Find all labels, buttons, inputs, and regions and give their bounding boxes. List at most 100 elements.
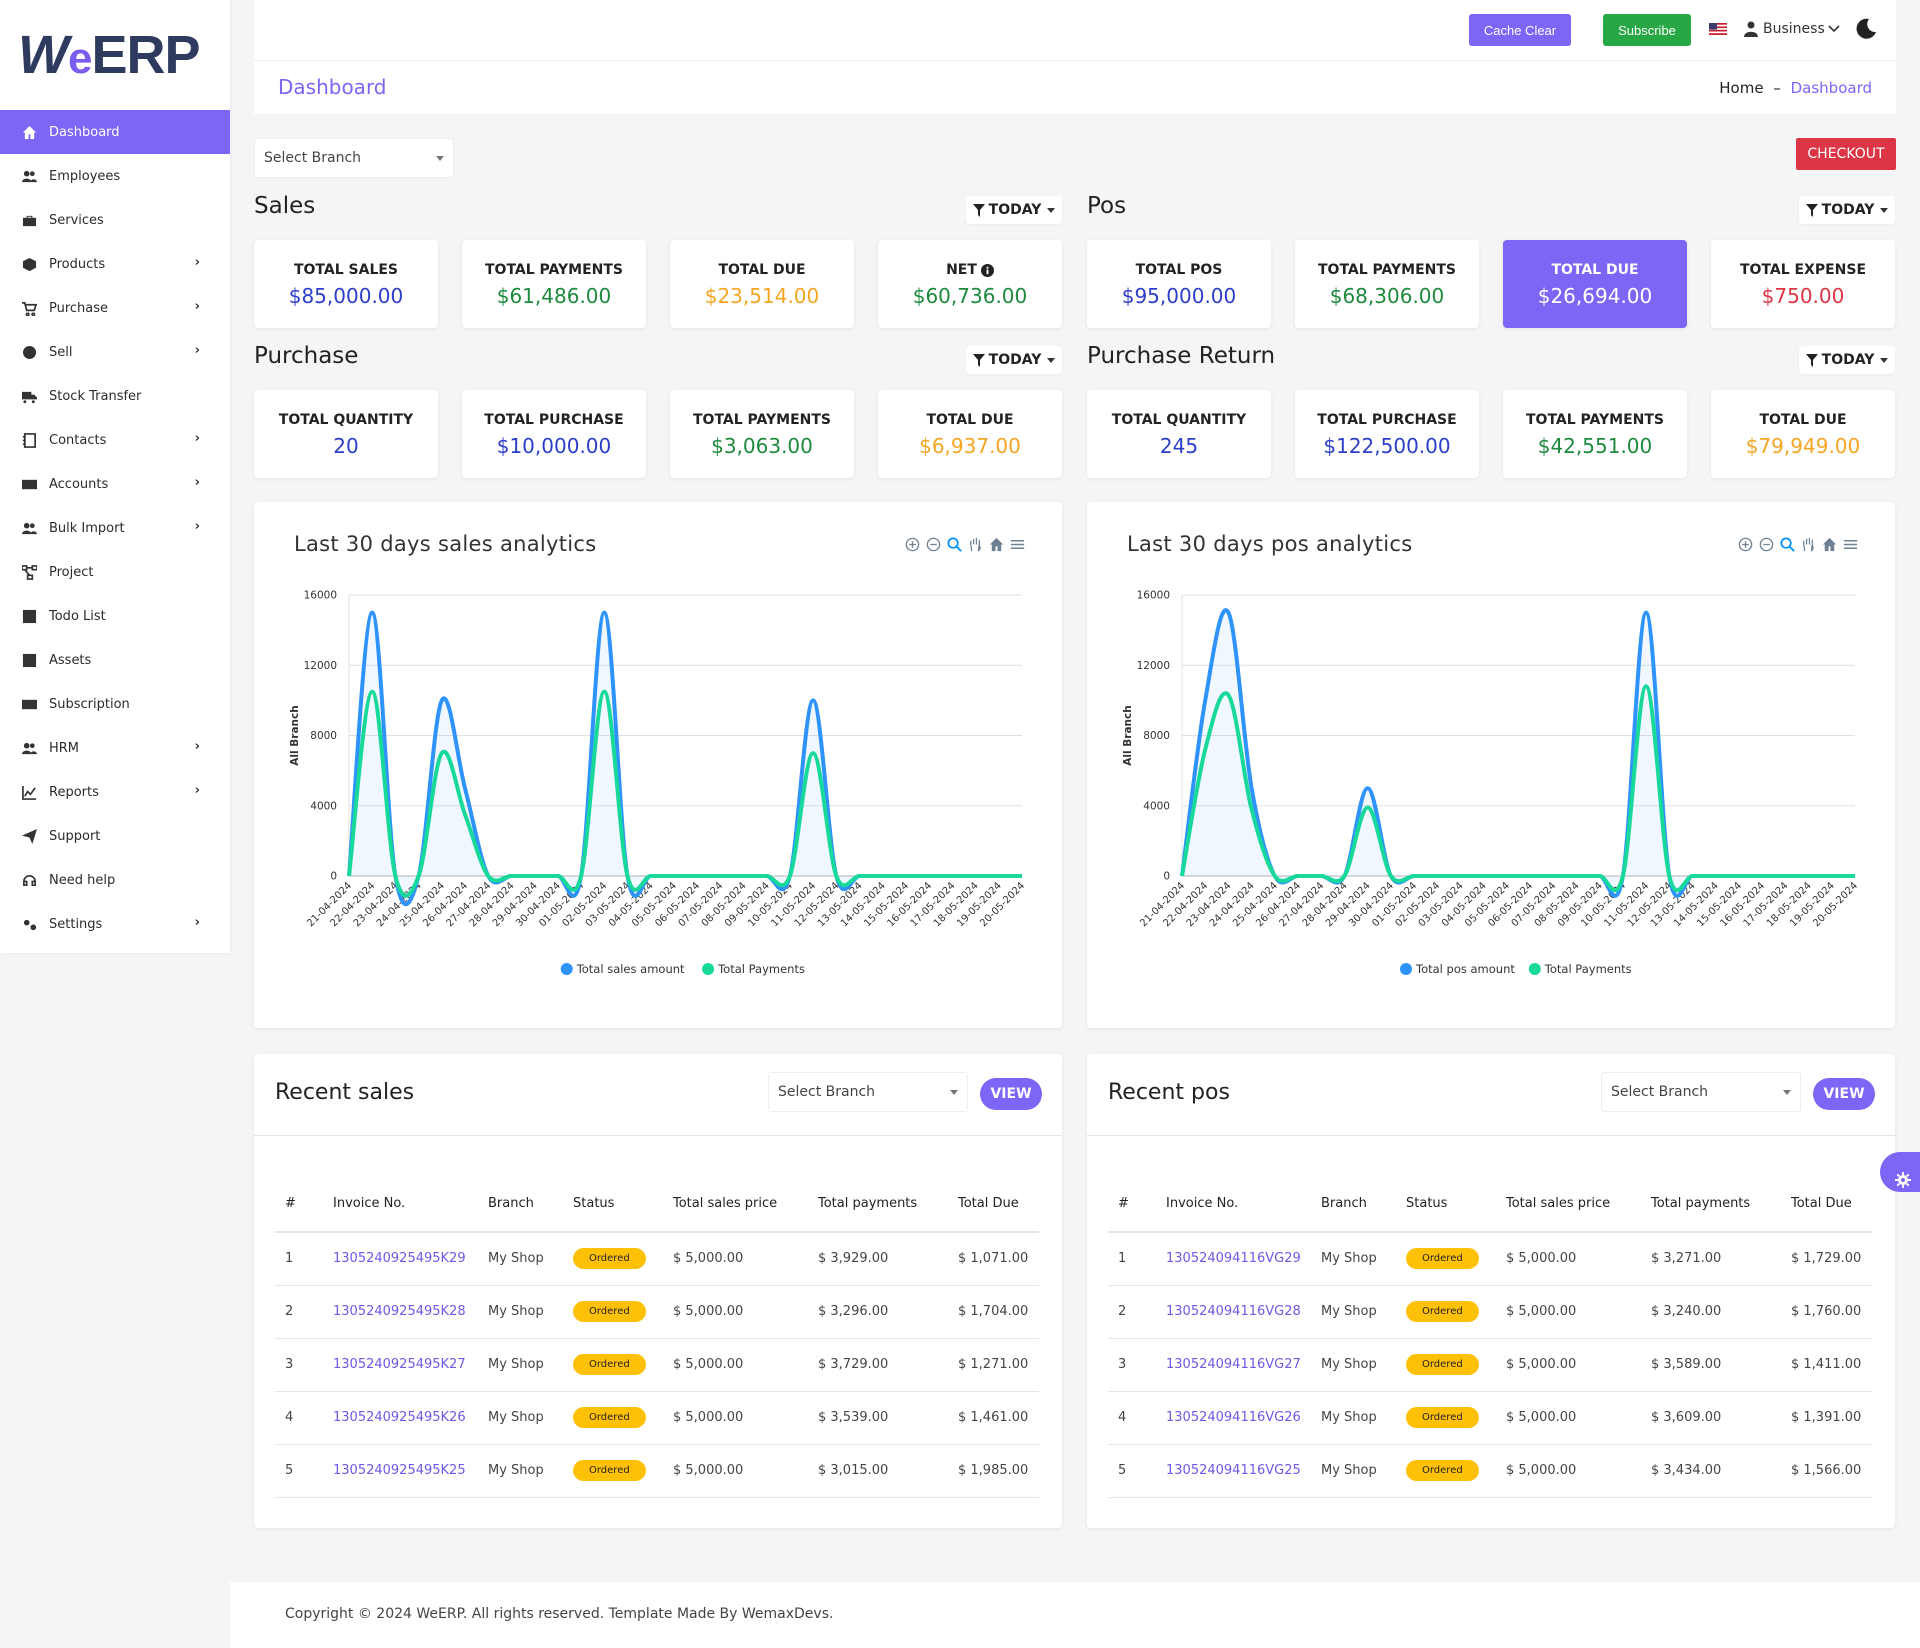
sidebar-item-label: Todo List	[49, 608, 106, 624]
invoice-link[interactable]: 130524094116VG26	[1156, 1391, 1311, 1445]
topbar: Cache Clear Subscribe Business	[254, 0, 1896, 60]
divider	[254, 1135, 1062, 1136]
y-tick-label: 0	[330, 871, 337, 883]
settings-fab[interactable]	[1880, 1152, 1920, 1192]
invoice-link[interactable]: 1305240925495K28	[323, 1285, 478, 1339]
table-row: 2 130524094116VG28 My Shop Ordered $ 5,000.0…	[1108, 1285, 1872, 1339]
sales-section-title: Sales	[254, 193, 316, 219]
table-cell: $ 3,271.00	[1641, 1232, 1781, 1286]
table-cell: 4	[1108, 1391, 1156, 1445]
moon-icon[interactable]	[1855, 18, 1877, 40]
us-flag-icon[interactable]	[1709, 23, 1727, 35]
sidebar-item-sell[interactable]: Sell ›	[0, 330, 230, 374]
sidebar-item-accounts[interactable]: Accounts ›	[0, 462, 230, 506]
checkout-button[interactable]: CHECKOUT	[1796, 138, 1896, 170]
sidebar-item-hrm[interactable]: HRM ›	[0, 726, 230, 770]
column-header: Total sales price	[1496, 1176, 1641, 1233]
sidebar-item-dashboard[interactable]: Dashboard	[0, 110, 230, 154]
legend-label[interactable]: Total Payments	[717, 962, 805, 976]
recent-sales-view-button[interactable]: VIEW	[980, 1078, 1042, 1110]
breadcrumb-home[interactable]: Home	[1719, 79, 1763, 97]
invoice-link[interactable]: 1305240925495K25	[323, 1444, 478, 1498]
sales-filter-dropdown[interactable]: TODAY	[966, 196, 1062, 224]
legend-marker[interactable]	[1400, 963, 1412, 975]
recent-pos-branch-select[interactable]: Select Branch	[1601, 1072, 1801, 1112]
table-cell: My Shop	[1311, 1391, 1396, 1445]
table-cell: $ 5,000.00	[663, 1391, 808, 1445]
series-area	[1182, 610, 1855, 896]
home-icon	[20, 125, 38, 139]
sidebar-item-need-help[interactable]: Need help	[0, 858, 230, 902]
table-cell: $ 3,929.00	[808, 1232, 948, 1286]
info-icon[interactable]	[980, 263, 994, 277]
stat-card-label: TOTAL PURCHASE	[1295, 412, 1479, 428]
gears-icon	[20, 917, 38, 931]
subscribe-button[interactable]: Subscribe	[1603, 14, 1691, 46]
table-cell: $ 5,000.00	[1496, 1391, 1641, 1445]
logo[interactable]: WeERP	[0, 0, 230, 110]
legend-marker[interactable]	[560, 963, 573, 975]
status-badge: Ordered	[1406, 1248, 1479, 1270]
table-row: 4 130524094116VG26 My Shop Ordered $ 5,000.0…	[1108, 1391, 1872, 1445]
stat-card-label: TOTAL SALES	[254, 262, 438, 278]
stat-card-total-due: TOTAL DUE $26,694.00	[1503, 240, 1687, 328]
stat-card-label: TOTAL POS	[1087, 262, 1271, 278]
filter-icon	[1805, 353, 1818, 367]
filter-icon	[972, 353, 985, 367]
sidebar-item-assets[interactable]: Assets	[0, 638, 230, 682]
sidebar-item-subscription[interactable]: Subscription	[0, 682, 230, 726]
status-badge: Ordered	[573, 1354, 646, 1375]
sidebar-item-project[interactable]: Project	[0, 550, 230, 594]
legend-label[interactable]: Total sales amount	[576, 962, 685, 976]
table-cell: $ 1,760.00	[1781, 1285, 1872, 1339]
footer: Copyright © 2024 WeERP. All rights reser…	[230, 1582, 1920, 1648]
invoice-link[interactable]: 1305240925495K27	[323, 1338, 478, 1392]
table-cell: 5	[275, 1444, 323, 1498]
stat-card-label: TOTAL DUE	[1503, 262, 1687, 278]
table-cell: My Shop	[1311, 1338, 1396, 1392]
sidebar-item-label: Subscription	[49, 696, 130, 712]
status-badge: Ordered	[573, 1301, 646, 1322]
sidebar-item-purchase[interactable]: Purchase ›	[0, 286, 230, 330]
purchase-return-filter-dropdown[interactable]: TODAY	[1799, 346, 1895, 374]
sidebar-item-services[interactable]: Services	[0, 198, 230, 242]
invoice-link[interactable]: 1305240925495K26	[323, 1391, 478, 1445]
sidebar-item-products[interactable]: Products ›	[0, 242, 230, 286]
sidebar-item-label: Employees	[49, 168, 121, 184]
recent-pos-view-button[interactable]: VIEW	[1813, 1078, 1875, 1110]
stat-card-total-due: TOTAL DUE $6,937.00	[878, 390, 1062, 478]
invoice-link[interactable]: 130524094116VG27	[1156, 1338, 1311, 1392]
legend-label[interactable]: Total pos amount	[1415, 962, 1515, 976]
sidebar-item-stock-transfer[interactable]: Stock Transfer	[0, 374, 230, 418]
caret-down-icon	[1047, 207, 1056, 213]
sidebar-item-employees[interactable]: Employees	[0, 154, 230, 198]
legend-marker[interactable]	[702, 963, 715, 975]
branch-select[interactable]: Select Branch	[254, 138, 454, 178]
recent-sales-branch-select[interactable]: Select Branch	[768, 1072, 968, 1112]
cache-clear-button[interactable]: Cache Clear	[1469, 14, 1571, 46]
y-tick-label: 0	[1163, 871, 1170, 883]
table-cell: Ordered	[563, 1391, 663, 1445]
y-tick-label: 8000	[310, 730, 337, 742]
sidebar-item-support[interactable]: Support	[0, 814, 230, 858]
table-header-row: # Invoice No. Branch Status Total sales pric…	[1108, 1176, 1872, 1233]
invoice-link[interactable]: 130524094116VG28	[1156, 1285, 1311, 1339]
divider	[1087, 1135, 1895, 1136]
table-cell: My Shop	[478, 1391, 563, 1445]
sidebar-item-label: Services	[49, 212, 104, 228]
legend-marker[interactable]	[1528, 963, 1541, 975]
caret-down-icon	[1047, 357, 1056, 363]
sidebar-item-todo-list[interactable]: Todo List	[0, 594, 230, 638]
pos-filter-dropdown[interactable]: TODAY	[1799, 196, 1895, 224]
invoice-link[interactable]: 130524094116VG25	[1156, 1444, 1311, 1498]
legend-label[interactable]: Total Payments	[1544, 962, 1632, 976]
business-dropdown[interactable]: Business	[1744, 21, 1840, 37]
invoice-link[interactable]: 130524094116VG29	[1156, 1232, 1311, 1286]
sidebar-item-bulk-import[interactable]: Bulk Import ›	[0, 506, 230, 550]
stat-card-total-due: TOTAL DUE $23,514.00	[670, 240, 854, 328]
sidebar-item-contacts[interactable]: Contacts ›	[0, 418, 230, 462]
sidebar-item-reports[interactable]: Reports ›	[0, 770, 230, 814]
invoice-link[interactable]: 1305240925495K29	[323, 1232, 478, 1286]
sidebar-item-settings[interactable]: Settings ›	[0, 902, 230, 946]
purchase-filter-dropdown[interactable]: TODAY	[966, 346, 1062, 374]
